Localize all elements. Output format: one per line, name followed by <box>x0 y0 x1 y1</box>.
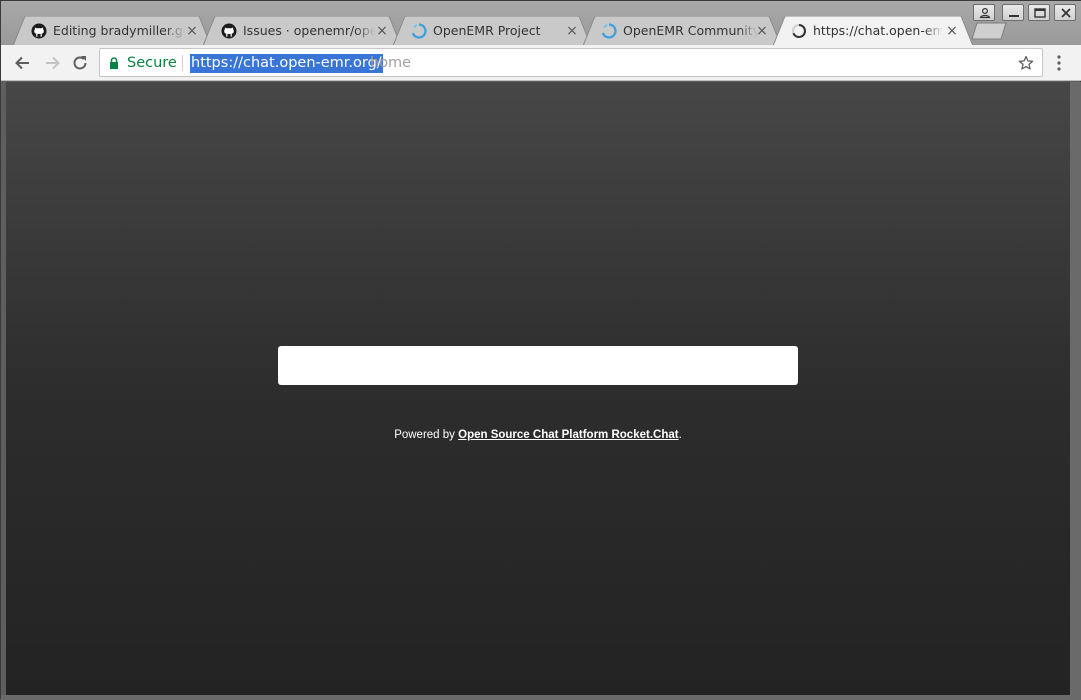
tab-title: Editing bradymiller.github.io <box>53 23 185 38</box>
browser-window: Editing bradymiller.github.io × Issues ·… <box>0 0 1081 700</box>
person-icon <box>979 7 991 19</box>
lock-icon <box>110 57 118 69</box>
url-text-path[interactable]: home <box>370 54 411 72</box>
powered-by-prefix: Powered by <box>394 429 459 441</box>
minimize-button[interactable] <box>1002 4 1024 21</box>
maximize-icon <box>1034 8 1046 18</box>
window-bottom-border <box>1 695 1081 700</box>
omnibox-divider <box>182 55 183 71</box>
browser-toolbar: Secure https://chat.open-emr.org/ home <box>1 45 1081 81</box>
profile-button[interactable] <box>973 4 995 21</box>
tab-title: OpenEMR Project <box>433 23 541 38</box>
tab-chat-open-emr[interactable]: https://chat.open-emr.org/home × <box>773 16 973 46</box>
tab-openemr-community[interactable]: OpenEMR Community × <box>583 16 781 46</box>
powered-by-footer: Powered by Open Source Chat Platform Roc… <box>6 429 1070 441</box>
back-arrow-icon[interactable] <box>13 53 33 73</box>
openemr-icon <box>411 23 427 39</box>
loading-box <box>278 346 798 385</box>
reload-icon[interactable] <box>70 53 90 73</box>
maximize-button[interactable] <box>1028 4 1050 21</box>
tab-close-button[interactable]: × <box>184 23 200 39</box>
tab-close-button[interactable]: × <box>374 23 390 39</box>
github-icon <box>221 23 237 39</box>
github-icon <box>31 23 47 39</box>
tab-close-button[interactable]: × <box>564 23 580 39</box>
openemr-icon <box>601 23 617 39</box>
tab-issues-openemr[interactable]: Issues · openemr/openemr × <box>203 16 401 46</box>
tab-title: https://chat.open-emr.org/home <box>813 23 943 38</box>
security-label[interactable]: Secure <box>127 54 177 72</box>
close-icon <box>1061 8 1071 18</box>
url-text-selected[interactable]: https://chat.open-emr.org/ <box>190 54 383 73</box>
close-window-button[interactable] <box>1054 4 1076 21</box>
page-content: Powered by Open Source Chat Platform Roc… <box>6 82 1070 695</box>
menu-dots-icon[interactable] <box>1051 54 1067 72</box>
tab-editing-bradymiller[interactable]: Editing bradymiller.github.io × <box>13 16 211 46</box>
tab-title: Issues · openemr/openemr <box>243 23 375 38</box>
rocket-chat-link[interactable]: Open Source Chat Platform Rocket.Chat <box>458 429 678 441</box>
address-bar[interactable]: Secure https://chat.open-emr.org/ home <box>99 48 1043 77</box>
bookmark-star-icon[interactable] <box>1018 55 1034 71</box>
powered-by-suffix: . <box>678 429 682 441</box>
minimize-icon <box>1009 15 1019 17</box>
new-tab-button[interactable] <box>971 22 1007 40</box>
forward-arrow-icon[interactable] <box>42 53 62 73</box>
tab-close-button[interactable]: × <box>754 23 770 39</box>
tab-strip: Editing bradymiller.github.io × Issues ·… <box>1 1 1081 46</box>
tab-title: OpenEMR Community <box>623 23 758 38</box>
window-right-border <box>1070 82 1081 695</box>
tab-close-button[interactable]: × <box>944 23 960 39</box>
tab-openemr-project[interactable]: OpenEMR Project × <box>393 16 591 46</box>
loading-spinner-icon <box>792 24 806 38</box>
